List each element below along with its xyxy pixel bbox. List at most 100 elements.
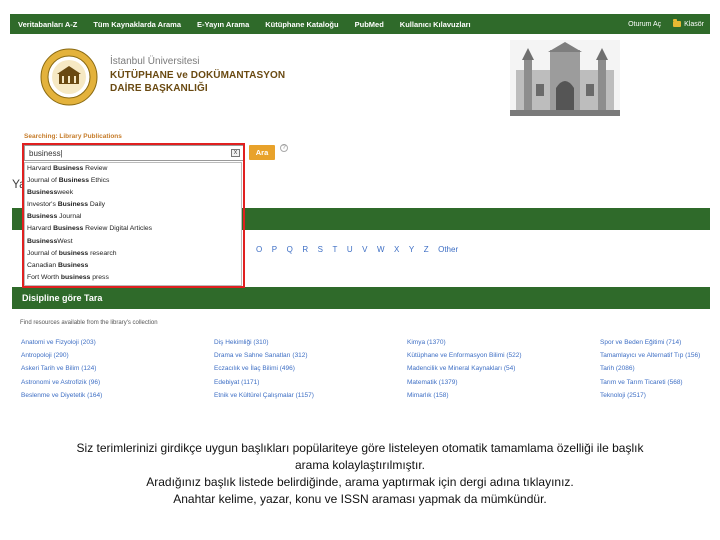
az-letter[interactable]: R (302, 245, 308, 254)
nav-item-veritabanlari[interactable]: Veritabanları A-Z (10, 20, 85, 29)
screenshot-stage: Veritabanları A-Z Tüm Kaynaklarda Arama … (0, 0, 720, 540)
discipline-link[interactable]: Eczacılık ve İlaç Bilimi (496) (214, 362, 314, 375)
az-letter-other[interactable]: Other (438, 245, 458, 254)
discipline-link[interactable]: Antropoloji (290) (21, 349, 102, 362)
discipline-link[interactable]: Beslenme ve Diyetetik (164) (21, 389, 102, 402)
az-letter[interactable]: O (256, 245, 262, 254)
az-letter[interactable]: S (318, 245, 323, 254)
clear-icon[interactable]: x (231, 149, 240, 157)
az-letter[interactable]: Y (409, 245, 414, 254)
discipline-link[interactable]: Mimarlık (158) (407, 389, 522, 402)
autocomplete-item[interactable]: Harvard Business Review (25, 163, 241, 175)
item-match: Business (58, 177, 89, 185)
search-scope-label: Searching: Library Publications (24, 133, 122, 140)
discipline-link[interactable]: Askeri Tarih ve Bilim (124) (21, 362, 102, 375)
caption-line-4: Anahtar kelime, yazar, konu ve ISSN aram… (173, 492, 547, 506)
nav-item-tum-kaynaklar[interactable]: Tüm Kaynaklarda Arama (85, 20, 189, 29)
discipline-link[interactable]: Tarım ve Tarım Ticareti (568) (600, 376, 700, 389)
sign-in-label: Oturum Aç (628, 20, 662, 28)
search-input[interactable]: business| x (24, 145, 244, 161)
item-suffix: Review (83, 165, 108, 172)
item-match: Business (27, 237, 58, 245)
folder-link[interactable]: Klasör (667, 19, 710, 28)
department-name-2: DAİRE BAŞKANLIĞI (110, 83, 208, 94)
nav-item-kilavuzlar[interactable]: Kullanıcı Kılavuzları (392, 20, 479, 29)
help-icon[interactable]: ? (280, 144, 288, 152)
caption-line-3: Aradığınız başlık listede belirdiğinde, … (146, 475, 574, 489)
item-prefix: Fort Worth (27, 273, 61, 281)
item-match: Business (53, 225, 84, 233)
discipline-link[interactable]: Etnik ve Kültürel Çalışmalar (1157) (214, 389, 314, 402)
nav-item-katalog[interactable]: Kütüphane Kataloğu (257, 20, 346, 29)
autocomplete-dropdown: Harvard Business Review Journal of Busin… (24, 162, 242, 286)
az-letter[interactable]: P (272, 245, 277, 254)
autocomplete-item[interactable]: Business Journal (25, 211, 241, 223)
item-prefix: Journal of (27, 249, 59, 257)
nav-item-e-yayin[interactable]: E-Yayın Arama (189, 20, 257, 29)
caption: Siz terimlerinizi girdikçe uygun başlıkl… (10, 440, 710, 508)
autocomplete-item[interactable]: Harvard Business Review Digital Articles (25, 223, 241, 235)
item-prefix: Harvard (27, 165, 54, 172)
item-suffix: Review Digital Articles (83, 225, 153, 233)
university-seal-logo[interactable] (40, 48, 98, 106)
library-brand: İstanbul Üniversitesi KÜTÜPHANE ve DOKÜM… (110, 56, 285, 95)
autocomplete-item[interactable]: Businessweek (25, 187, 241, 199)
item-match: Business (27, 213, 58, 221)
discipline-link[interactable]: Kimya (1370) (407, 336, 522, 349)
az-letter[interactable]: V (362, 245, 367, 254)
discipline-column-1: Anatomi ve Fizyoloji (203) Antropoloji (… (21, 336, 102, 402)
az-letter[interactable]: X (394, 245, 399, 254)
discipline-link[interactable]: Teknoloji (2517) (600, 389, 700, 402)
search-button[interactable]: Ara (249, 145, 275, 160)
autocomplete-item[interactable]: Canadian Business (25, 260, 241, 272)
item-prefix: Canadian (27, 261, 58, 269)
az-letter[interactable]: Z (424, 245, 429, 254)
discipline-link[interactable]: Tamamlayıcı ve Alternatif Tıp (156) (600, 349, 700, 362)
discipline-link[interactable]: Anatomi ve Fizyoloji (203) (21, 336, 102, 349)
item-suffix: West (57, 237, 73, 245)
item-match: Business (58, 261, 89, 269)
discipline-link[interactable]: Drama ve Sahne Sanatları (312) (214, 349, 314, 362)
az-letter[interactable]: T (332, 245, 337, 254)
autocomplete-item[interactable]: Fort Worth business press (25, 272, 241, 284)
item-suffix: Daily (88, 201, 105, 209)
item-match: Business (53, 165, 84, 172)
header: İstanbul Üniversitesi KÜTÜPHANE ve DOKÜM… (10, 34, 710, 120)
item-match: Business (27, 189, 58, 197)
university-gate-image (510, 40, 620, 116)
discipline-subtitle: Find resources available from the librar… (20, 320, 158, 326)
discipline-link[interactable]: Astronomi ve Astrofizik (96) (21, 376, 102, 389)
discipline-link[interactable]: Spor ve Beden Eğitimi (714) (600, 336, 700, 349)
folder-icon (673, 19, 682, 27)
az-letter[interactable]: W (377, 245, 385, 254)
department-name: KÜTÜPHANE ve DOKÜMANTASYON (110, 70, 286, 81)
item-suffix: research (88, 249, 117, 257)
item-prefix: Harvard (27, 225, 54, 233)
item-match: Business (57, 201, 88, 209)
discipline-link[interactable]: Diş Hekimliği (310) (214, 336, 314, 349)
discipline-link[interactable]: Kütüphane ve Enformasyon Bilimi (522) (407, 349, 522, 362)
item-suffix: press (90, 273, 109, 281)
nav-item-pubmed[interactable]: PubMed (347, 20, 392, 29)
discipline-header: Disipline göre Tara (12, 287, 710, 309)
az-letter[interactable]: U (347, 245, 353, 254)
discipline-link[interactable]: Madencilik ve Mineral Kaynakları (54) (407, 362, 522, 375)
autocomplete-item[interactable]: Journal of Business Ethics (25, 175, 241, 187)
discipline-link[interactable]: Matematik (1379) (407, 376, 522, 389)
caption-line-2: arama kolaylaştırılmıştır. (294, 458, 426, 472)
autocomplete-item[interactable]: BusinessWest (25, 236, 241, 248)
search-input-value: business| (29, 148, 63, 158)
university-name: İstanbul Üniversitesi (110, 56, 200, 67)
item-match: business (58, 249, 89, 257)
folder-label: Klasör (684, 20, 704, 28)
autocomplete-item[interactable]: Investor's Business Daily (25, 199, 241, 211)
az-letter[interactable]: Q (287, 245, 293, 254)
discipline-link[interactable]: Tarih (2086) (600, 362, 700, 375)
top-nav: Veritabanları A-Z Tüm Kaynaklarda Arama … (10, 14, 710, 34)
discipline-link[interactable]: Edebiyat (1171) (214, 376, 314, 389)
autocomplete-item[interactable]: Journal of business research (25, 248, 241, 260)
sign-in-link[interactable]: Oturum Aç (622, 21, 667, 28)
az-letter-row: O P Q R S T U V W X Y Z Other (256, 245, 458, 254)
discipline-column-4: Spor ve Beden Eğitimi (714) Tamamlayıcı … (600, 336, 700, 402)
item-prefix: Journal of (27, 177, 59, 185)
